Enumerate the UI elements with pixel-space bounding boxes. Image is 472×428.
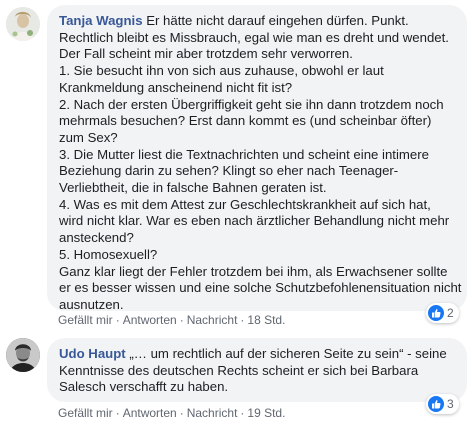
- comment-line: ansteckend?: [59, 230, 134, 246]
- comment-line: 4. Was es mit dem Attest zur Geschlechts…: [59, 196, 431, 212]
- separator: ·: [115, 313, 120, 327]
- like-button[interactable]: Gefällt mir: [58, 406, 113, 420]
- comment-line: er es besser wissen und eine solche Schu…: [59, 280, 462, 296]
- message-button[interactable]: Nachricht: [187, 313, 238, 327]
- like-button[interactable]: Gefällt mir: [58, 313, 113, 327]
- separator: ·: [115, 406, 120, 420]
- comment-line: Krankmeldung anscheinend nicht fit ist?: [59, 79, 293, 95]
- comment-bubble: Udo Haupt „… um rechtlich auf der sicher…: [47, 338, 467, 402]
- comment-line: wird nicht klar. War es eben nach ärztli…: [59, 213, 450, 229]
- comment-line: zum Sex?: [59, 129, 118, 145]
- comment-line: Ganz klar liegt der Fehler trotzdem bei …: [59, 263, 448, 279]
- comment-line: 5. Homosexuell?: [59, 246, 158, 262]
- comment-line: Der Fall scheint mir aber trotzdem sehr …: [59, 46, 353, 62]
- comment-line: Salesch verschafft zu haben.: [59, 379, 229, 395]
- timestamp[interactable]: 18 Std.: [247, 313, 285, 327]
- comment-line: Udo Haupt „… um rechtlich auf der sicher…: [59, 346, 455, 363]
- comment-line: Rechtlich bleibt es Missbrauch, egal wie…: [59, 29, 449, 45]
- comment-actions: Gefällt mir · Antworten · Nachricht · 18 Std.: [58, 313, 285, 327]
- author-name[interactable]: Tanja Wagnis: [59, 13, 143, 28]
- comment-text: Er hätte nicht darauf eingehen dürfen. P…: [146, 13, 409, 28]
- separator: ·: [179, 313, 184, 327]
- timestamp[interactable]: 19 Std.: [247, 406, 285, 420]
- comment-line: 3. Die Mutter liest die Textnachrichten …: [59, 146, 429, 162]
- comment-line: Beziehung darin zu sehen? Klingt so eher…: [59, 163, 399, 179]
- comment-bubble: Tanja Wagnis Er hätte nicht darauf einge…: [47, 5, 467, 312]
- reaction-number: 3: [447, 397, 454, 411]
- reaction-count[interactable]: 3: [426, 394, 459, 414]
- author-name[interactable]: Udo Haupt: [59, 346, 126, 361]
- comment-line: ausnutzen.: [59, 296, 124, 312]
- reaction-count[interactable]: 2: [426, 303, 459, 323]
- avatar[interactable]: [6, 338, 40, 372]
- comment-line: mehrmals besuchen? Erst dann kommt es (u…: [59, 113, 432, 129]
- comment-line: 2. Nach der ersten Übergriffigkeit geht …: [59, 96, 444, 112]
- profile-photo-icon: [6, 338, 40, 372]
- reply-button[interactable]: Antworten: [123, 313, 177, 327]
- comment-udo: Udo Haupt „… um rechtlich auf der sicher…: [0, 330, 472, 428]
- comment-actions: Gefällt mir · Antworten · Nachricht · 19 Std.: [58, 406, 285, 420]
- reaction-number: 2: [447, 306, 454, 320]
- separator: ·: [240, 313, 245, 327]
- comment-text: „… um rechtlich auf der sicheren Seite z…: [129, 346, 447, 361]
- comment-line: Kenntnisse des deutschen Rechts scheint …: [59, 362, 419, 378]
- like-reaction-icon: [428, 396, 444, 412]
- separator: ·: [240, 406, 245, 420]
- comment-tanja: Tanja Wagnis Er hätte nicht darauf einge…: [0, 0, 472, 330]
- like-reaction-icon: [428, 305, 444, 321]
- profile-photo-icon: [6, 7, 40, 41]
- reply-button[interactable]: Antworten: [123, 406, 177, 420]
- message-button[interactable]: Nachricht: [187, 406, 238, 420]
- comment-line: Verliebtheit, die in falsche Bahnen gera…: [59, 180, 327, 196]
- avatar[interactable]: [6, 7, 40, 41]
- comment-line: Tanja Wagnis Er hätte nicht darauf einge…: [59, 13, 455, 30]
- separator: ·: [179, 406, 184, 420]
- comment-line: 1. Sie besucht ihn von sich aus zuhause,…: [59, 63, 384, 79]
